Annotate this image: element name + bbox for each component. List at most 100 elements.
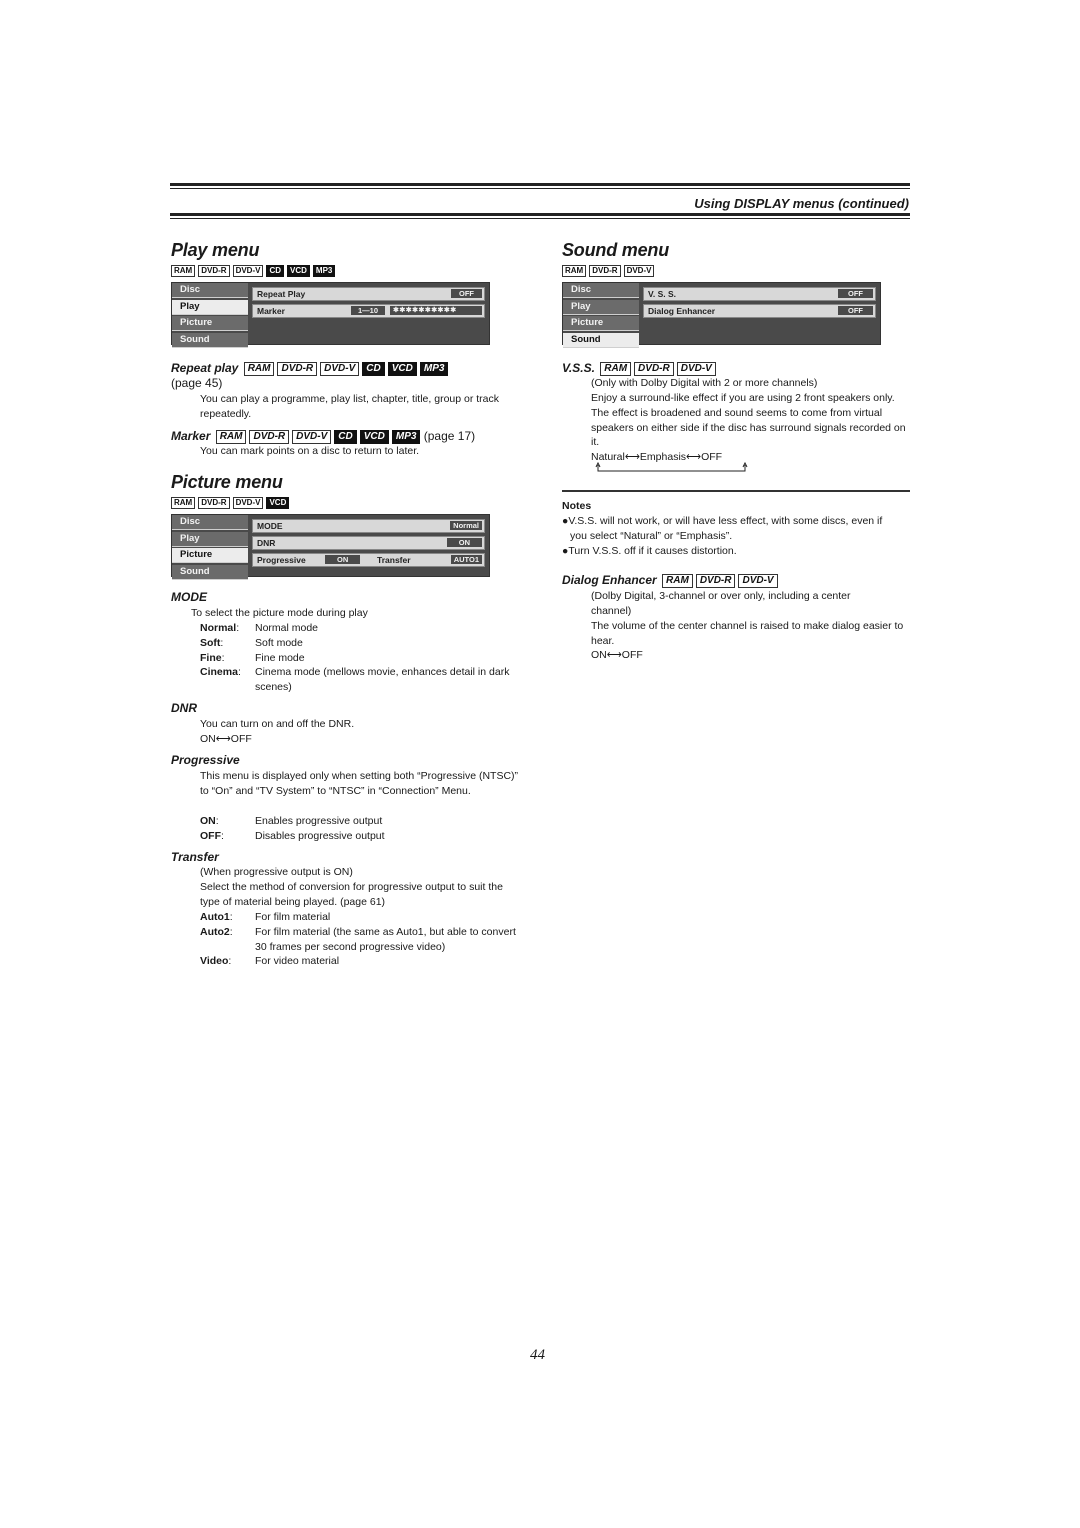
option-term: Soft: bbox=[200, 636, 224, 649]
disc-type-badge: DVD-R bbox=[589, 265, 621, 277]
osd-tab-sound[interactable]: Sound bbox=[172, 332, 248, 348]
osd-row-dnr[interactable]: DNR ON bbox=[252, 536, 485, 550]
repeat-play-heading: Repeat play RAM DVD-R DVD-V CD VCD MP3 bbox=[171, 361, 449, 376]
osd-row-value: ON bbox=[446, 538, 482, 547]
progressive-options: ON: Enables progressive output OFF: Disable… bbox=[200, 814, 520, 844]
disc-type-badge: DVD-R bbox=[198, 265, 230, 277]
osd-row-progressive[interactable]: Progressive ON Transfer AUTO1 bbox=[252, 553, 485, 567]
page-number: 44 bbox=[530, 1347, 545, 1363]
marker-heading: Marker RAM DVD-R DVD-V CD VCD MP3 (page 17) bbox=[171, 429, 476, 444]
marker-badges: RAM DVD-R DVD-V CD VCD MP3 bbox=[215, 430, 421, 444]
option-term: Video: bbox=[200, 955, 232, 968]
osd-tab-play[interactable]: Play bbox=[172, 531, 248, 547]
repeat-play-page-ref: (page 45) bbox=[171, 376, 223, 390]
option-term: Auto2: bbox=[200, 925, 233, 938]
osd-tab-sound[interactable]: Sound bbox=[172, 564, 248, 580]
option-term: Cinema: bbox=[200, 666, 241, 679]
transfer-options: Auto1: For film material Auto2: For film ma… bbox=[200, 910, 520, 969]
osd-row-dialog-enhancer[interactable]: Dialog Enhancer OFF bbox=[643, 304, 876, 318]
mode-intro: To select the picture mode during play bbox=[191, 607, 368, 619]
osd-tab-picture[interactable]: Picture bbox=[563, 316, 639, 331]
vss-note: (Only with Dolby Digital with 2 or more … bbox=[591, 377, 818, 389]
osd-row-marker[interactable]: Marker 1—10 ✱✱✱✱✱✱✱✱✱✱ bbox=[252, 304, 485, 318]
picture-menu-osd: Disc Play Picture Sound MODE Normal DNR ON … bbox=[171, 514, 490, 580]
disc-type-badge: DVD-V bbox=[232, 497, 264, 509]
osd-tab-picture[interactable]: Picture bbox=[172, 316, 248, 331]
disc-type-badge: RAM bbox=[171, 265, 196, 277]
option-desc: Soft mode bbox=[255, 636, 303, 649]
option-term: Auto1: bbox=[200, 911, 233, 923]
osd-row-label: V. S. S. bbox=[648, 289, 677, 299]
mode-options: Normal: Normal mode Soft: Soft mode Fine: Fin… bbox=[200, 621, 520, 695]
disc-type-badge: DVD-R bbox=[695, 574, 736, 588]
progressive-heading: Progressive bbox=[171, 753, 240, 767]
osd-tab-play[interactable]: Play bbox=[172, 299, 248, 315]
osd-tabs: Disc Play Picture Sound bbox=[172, 283, 248, 349]
osd-row-repeat-play[interactable]: Repeat Play OFF bbox=[252, 287, 485, 301]
disc-type-badge: MP3 bbox=[312, 265, 336, 277]
play-menu-title: Play menu bbox=[171, 240, 260, 260]
play-menu-badges: RAM DVD-R DVD-V CD VCD MP3 bbox=[171, 265, 336, 277]
disc-type-badge: CD bbox=[334, 430, 357, 444]
osd-row-label: Repeat Play bbox=[257, 289, 306, 299]
option-desc: Disables progressive output bbox=[255, 829, 385, 842]
disc-type-badge: RAM bbox=[171, 497, 196, 509]
dialog-enhancer-badges: RAM DVD-R DVD-V bbox=[662, 574, 778, 588]
repeat-play-text: You can play a programme, play list, cha… bbox=[200, 393, 500, 420]
picture-menu-badges: RAM DVD-R DVD-V VCD bbox=[171, 497, 290, 509]
osd-tab-disc[interactable]: Disc bbox=[172, 515, 248, 530]
transfer-value: AUTO1 bbox=[450, 555, 482, 564]
option-term: Fine: bbox=[200, 651, 225, 664]
osd-tab-disc[interactable]: Disc bbox=[172, 283, 248, 298]
progressive-value: ON bbox=[325, 555, 361, 564]
disc-type-badge: CD bbox=[362, 362, 385, 376]
disc-type-badge: DVD-R bbox=[277, 362, 318, 376]
sound-menu-badges: RAM DVD-R DVD-V bbox=[562, 265, 655, 277]
osd-tab-sound[interactable]: Sound bbox=[563, 332, 639, 348]
notes-list: ●V.S.S. will not work, or will have less… bbox=[562, 514, 902, 558]
mode-heading: MODE bbox=[171, 590, 207, 604]
osd-row-label: Progressive bbox=[257, 555, 306, 565]
option-desc: Normal mode bbox=[255, 622, 319, 634]
disc-type-badge: MP3 bbox=[419, 362, 449, 376]
vss-heading: V.S.S. RAM DVD-R DVD-V bbox=[562, 361, 716, 376]
osd-row-mode[interactable]: MODE Normal bbox=[252, 519, 485, 533]
marker-slots: ✱✱✱✱✱✱✱✱✱✱ bbox=[390, 306, 482, 315]
play-menu-osd: Disc Play Picture Sound Repeat Play OFF Mar… bbox=[171, 282, 490, 348]
option-desc: For film material (the same as Auto1, bu… bbox=[255, 925, 516, 953]
header-rule-top-thin bbox=[170, 188, 910, 189]
notes-divider bbox=[562, 490, 910, 492]
cycle-loop-arrow-icon bbox=[595, 462, 748, 472]
option-desc: Cinema mode (mellows movie, enhances det… bbox=[255, 666, 510, 694]
osd-row-label: DNR bbox=[257, 538, 276, 548]
dnr-text: You can turn on and off the DNR. bbox=[200, 718, 355, 730]
option-term: ON: bbox=[200, 815, 219, 827]
disc-type-badge: RAM bbox=[562, 265, 587, 277]
header-rule-bottom bbox=[170, 213, 910, 216]
notes-heading: Notes bbox=[562, 500, 592, 512]
disc-type-badge: CD bbox=[266, 265, 285, 277]
dialog-enhancer-cycle: ON⟷OFF bbox=[591, 649, 643, 661]
option-desc: For video material bbox=[255, 955, 340, 968]
disc-type-badge: DVD-V bbox=[623, 265, 655, 277]
disc-type-badge: MP3 bbox=[391, 430, 421, 444]
disc-type-badge: DVD-V bbox=[676, 362, 716, 376]
disc-type-badge: DVD-V bbox=[232, 265, 264, 277]
osd-tabs: Disc Play Picture Sound bbox=[563, 283, 639, 349]
osd-tab-disc[interactable]: Disc bbox=[563, 283, 639, 298]
disc-type-badge: DVD-V bbox=[738, 574, 778, 588]
disc-type-badge: RAM bbox=[600, 362, 632, 376]
option-desc: For film material bbox=[255, 911, 331, 923]
transfer-text: Select the method of conversion for prog… bbox=[200, 881, 503, 908]
disc-type-badge: DVD-R bbox=[634, 362, 674, 376]
dnr-heading: DNR bbox=[171, 701, 197, 715]
disc-type-badge: VCD bbox=[266, 497, 290, 509]
disc-type-badge: DVD-R bbox=[249, 430, 290, 444]
osd-tab-play[interactable]: Play bbox=[563, 299, 639, 315]
marker-page-ref: (page 17) bbox=[423, 429, 476, 443]
osd-tab-picture[interactable]: Picture bbox=[172, 548, 248, 563]
sound-menu-osd: Disc Play Picture Sound V. S. S. OFF Dialog… bbox=[562, 282, 881, 348]
running-header: Using DISPLAY menus (continued) bbox=[694, 196, 909, 211]
dialog-enhancer-text: The volume of the center channel is rais… bbox=[591, 620, 904, 647]
osd-row-vss[interactable]: V. S. S. OFF bbox=[643, 287, 876, 301]
